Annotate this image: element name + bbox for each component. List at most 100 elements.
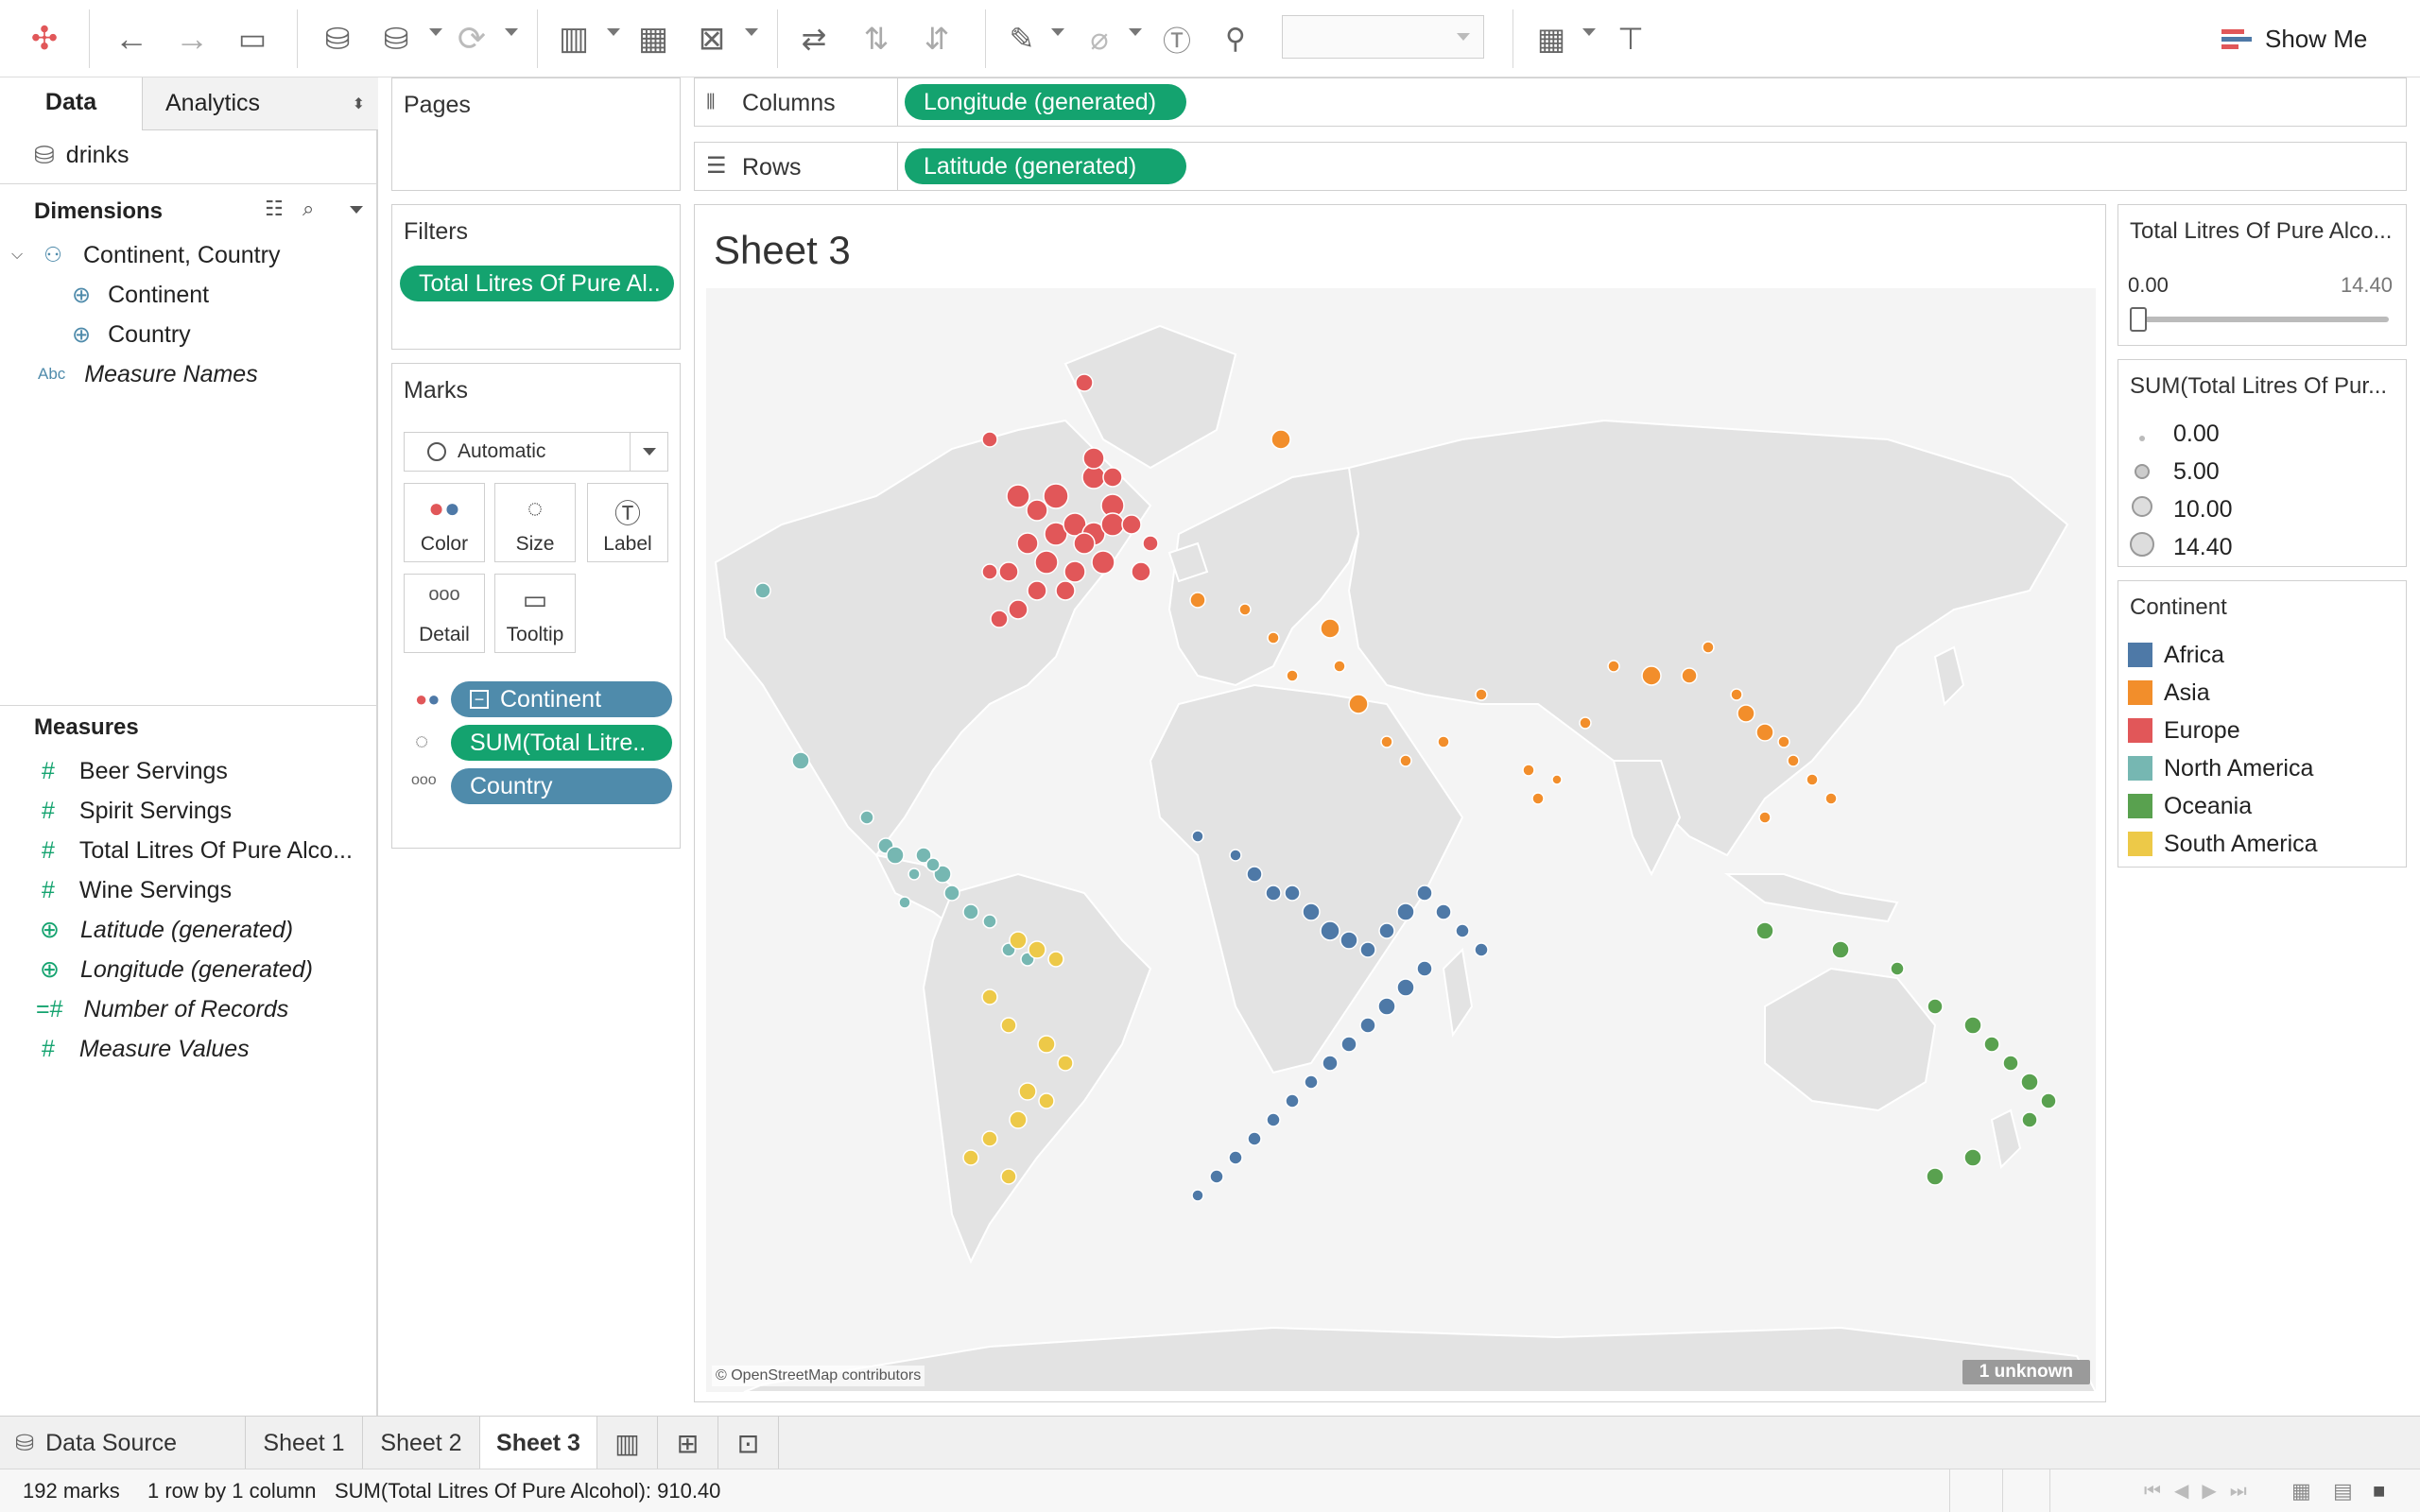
map-mark-europe[interactable]: [1016, 532, 1039, 555]
measure-beer-servings[interactable]: # Beer Servings: [42, 752, 228, 790]
columns-shelf[interactable]: ⦀ Columns Longitude (generated): [694, 77, 2407, 127]
map[interactable]: © OpenStreetMap contributors 1 unknown: [706, 288, 2096, 1392]
map-mark-africa[interactable]: [1322, 1055, 1339, 1072]
map-mark-south-america[interactable]: [981, 988, 998, 1005]
map-mark-europe[interactable]: [1008, 599, 1028, 620]
map-mark-africa[interactable]: [1435, 903, 1452, 920]
map-mark-south-america[interactable]: [1018, 1082, 1037, 1101]
map-mark-africa[interactable]: [1320, 920, 1340, 941]
redo-icon[interactable]: →: [166, 13, 217, 64]
columns-pill-longitude[interactable]: Longitude (generated): [905, 84, 1186, 120]
map-mark-europe[interactable]: [1055, 580, 1076, 601]
dimension-continent[interactable]: ⊕ Continent: [72, 276, 209, 314]
map-mark-asia[interactable]: [1579, 716, 1592, 730]
measure-measure-values[interactable]: # Measure Values: [42, 1030, 250, 1068]
map-mark-oceania[interactable]: [1963, 1148, 1982, 1167]
filter-pill-total-litres[interactable]: Total Litres Of Pure Al..: [400, 266, 674, 301]
map-mark-oceania[interactable]: [1890, 961, 1905, 976]
map-mark-africa[interactable]: [1266, 1112, 1281, 1127]
label-icon[interactable]: Ⓣ: [1151, 13, 1202, 64]
map-mark-asia[interactable]: [1267, 631, 1280, 644]
map-mark-europe[interactable]: [1100, 512, 1125, 537]
measure-total-litres[interactable]: # Total Litres Of Pure Alco...: [42, 832, 353, 869]
map-mark-africa[interactable]: [1229, 849, 1242, 862]
sort-descending-icon[interactable]: ⇵: [911, 13, 962, 64]
marks-detail-button[interactable]: ooo Detail: [404, 574, 485, 653]
refresh-icon[interactable]: ⟳: [446, 13, 497, 64]
mark-type-dropdown[interactable]: Automatic: [404, 432, 668, 472]
map-mark-north-america[interactable]: [898, 896, 911, 909]
map-mark-south-america[interactable]: [981, 1130, 998, 1147]
map-mark-africa[interactable]: [1302, 902, 1321, 921]
map-mark-africa[interactable]: [1396, 978, 1415, 997]
map-mark-europe[interactable]: [981, 431, 998, 448]
map-mark-south-america[interactable]: [1009, 1110, 1028, 1129]
map-mark-asia[interactable]: [1320, 618, 1340, 639]
map-mark-asia[interactable]: [1531, 792, 1545, 805]
map-mark-africa[interactable]: [1359, 1017, 1376, 1034]
datasource-item[interactable]: ⛁ drinks: [34, 136, 129, 174]
presentation-icon[interactable]: ⊤: [1605, 13, 1656, 64]
map-mark-europe[interactable]: [1121, 514, 1142, 535]
marks-pill-continent[interactable]: − Continent: [451, 681, 672, 717]
map-mark-africa[interactable]: [1377, 997, 1396, 1016]
new-datasource-icon[interactable]: ⛁: [312, 13, 363, 64]
map-mark-europe[interactable]: [1034, 550, 1059, 575]
map-mark-oceania[interactable]: [2021, 1111, 2038, 1128]
dimensions-menu-caret[interactable]: [350, 206, 363, 214]
color-legend-item-asia[interactable]: Asia: [2128, 676, 2210, 710]
show-me-button[interactable]: Show Me: [2221, 19, 2367, 59]
rows-pill-latitude[interactable]: Latitude (generated): [905, 148, 1186, 184]
map-mark-africa[interactable]: [1359, 941, 1376, 958]
map-mark-africa[interactable]: [1191, 830, 1204, 843]
tab-data-source[interactable]: ⛁ Data Source: [0, 1417, 246, 1469]
highlight-caret[interactable]: [1051, 28, 1064, 36]
map-mark-south-america[interactable]: [1057, 1055, 1074, 1072]
map-mark-asia[interactable]: [1333, 660, 1346, 673]
map-mark-asia[interactable]: [1286, 669, 1299, 682]
pause-dropdown-caret[interactable]: [429, 28, 442, 36]
new-worksheet-icon[interactable]: ▥: [597, 1417, 658, 1469]
map-mark-africa[interactable]: [1246, 866, 1263, 883]
dimension-country[interactable]: ⊕ Country: [72, 316, 191, 353]
marks-size-button[interactable]: ◌ Size: [494, 483, 576, 562]
filters-shelf[interactable]: Filters Total Litres Of Pure Al..: [391, 204, 681, 350]
map-mark-oceania[interactable]: [2020, 1073, 2039, 1091]
hierarchy-continent-country[interactable]: ⌵ ⚇ Continent, Country: [11, 236, 280, 274]
map-mark-south-america[interactable]: [1047, 951, 1064, 968]
map-mark-africa[interactable]: [1396, 902, 1415, 921]
tabs-view-icon[interactable]: ■: [2373, 1479, 2385, 1503]
map-mark-europe[interactable]: [1027, 580, 1047, 601]
map-mark-north-america[interactable]: [962, 903, 979, 920]
map-mark-asia[interactable]: [1380, 735, 1393, 748]
map-mark-north-america[interactable]: [982, 914, 997, 929]
map-mark-north-america[interactable]: [791, 751, 810, 770]
map-mark-north-america[interactable]: [859, 810, 874, 825]
map-mark-north-america[interactable]: [886, 846, 905, 865]
clear-sheet-icon[interactable]: ⊠: [686, 13, 737, 64]
clear-sheet-caret[interactable]: [745, 28, 758, 36]
tab-sheet-3[interactable]: Sheet 3: [480, 1417, 597, 1469]
map-mark-north-america[interactable]: [754, 582, 771, 599]
measure-number-of-records[interactable]: =# Number of Records: [36, 990, 288, 1028]
map-mark-asia[interactable]: [1702, 641, 1715, 654]
pin-icon[interactable]: ⚲: [1210, 13, 1261, 64]
map-mark-asia[interactable]: [1737, 704, 1755, 723]
map-mark-europe[interactable]: [1091, 550, 1115, 575]
map-mark-oceania[interactable]: [1926, 1167, 1945, 1186]
map-mark-africa[interactable]: [1455, 923, 1470, 938]
map-mark-asia[interactable]: [1607, 660, 1620, 673]
map-mark-africa[interactable]: [1209, 1169, 1224, 1184]
map-mark-europe[interactable]: [998, 561, 1019, 582]
map-mark-africa[interactable]: [1304, 1074, 1319, 1090]
pages-shelf[interactable]: Pages: [391, 77, 681, 191]
map-mark-africa[interactable]: [1284, 885, 1301, 902]
save-icon[interactable]: ▭: [227, 13, 278, 64]
tab-sheet-1[interactable]: Sheet 1: [246, 1417, 363, 1469]
pause-updates-icon[interactable]: ⛁: [371, 13, 422, 64]
map-mark-europe[interactable]: [981, 563, 998, 580]
new-story-icon[interactable]: ⊡: [718, 1417, 779, 1469]
map-mark-africa[interactable]: [1340, 931, 1358, 950]
sheet-navigation-icons[interactable]: ⏮◀▶⏭: [2144, 1479, 2260, 1503]
measure-longitude[interactable]: ⊕ Longitude (generated): [40, 951, 313, 988]
